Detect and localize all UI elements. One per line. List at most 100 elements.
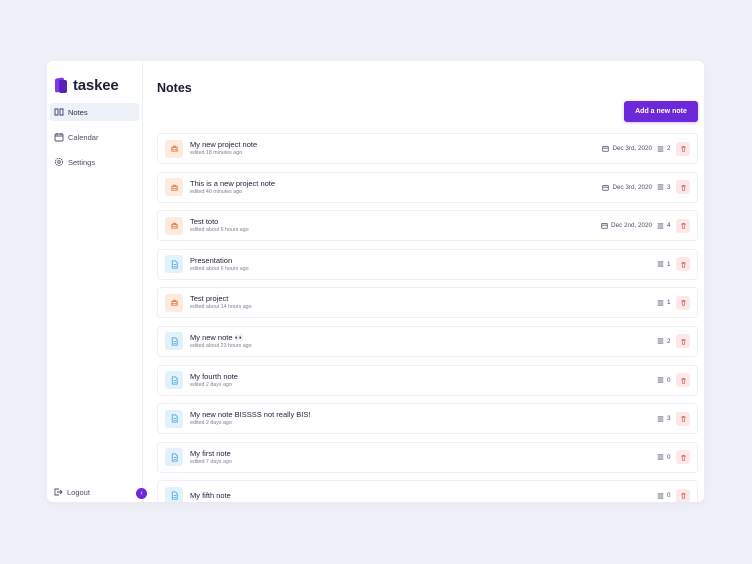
- note-edited: edited about 23 hours ago: [190, 342, 252, 349]
- note-row[interactable]: Test toto edited about 6 hours ago Dec 2nd…: [157, 210, 698, 242]
- document-icon: [165, 448, 183, 467]
- note-row[interactable]: My new note 👀 edited about 23 hours ago 2: [157, 325, 698, 357]
- note-count: 1: [657, 299, 671, 306]
- trash-icon: [680, 184, 687, 191]
- note-row[interactable]: Presentation edited about 6 hours ago 1: [157, 248, 698, 280]
- note-row[interactable]: My new project note edited 18 minutes ago…: [157, 133, 698, 164]
- delete-note-button[interactable]: [676, 295, 690, 310]
- note-meta: 2: [657, 338, 671, 345]
- trash-icon: [680, 299, 687, 307]
- list-icon: [657, 223, 667, 229]
- delete-note-button[interactable]: [676, 411, 690, 426]
- note-text: My new note BISSSS not really BIS! edited…: [190, 410, 657, 427]
- document-icon: [165, 332, 183, 351]
- logout-button[interactable]: Logout: [53, 487, 90, 497]
- note-count-text: 2: [667, 337, 671, 345]
- note-text: Presentation edited about 6 hours ago: [190, 256, 657, 273]
- note-edited: edited 40 minutes ago: [190, 188, 243, 195]
- note-row[interactable]: Test project edited about 14 hours ago 1: [157, 287, 698, 319]
- calendar-icon: [54, 132, 64, 142]
- sidebar-item-calendar[interactable]: Calendar: [50, 128, 139, 146]
- note-count: 1: [657, 261, 671, 268]
- delete-note-button[interactable]: [676, 218, 690, 233]
- sidebar-item-notes[interactable]: Notes: [50, 103, 139, 121]
- add-note-button[interactable]: Add a new note: [624, 101, 698, 122]
- trash-icon: [680, 145, 687, 152]
- note-count: 3: [657, 415, 671, 422]
- taskee-logo-icon: [55, 77, 67, 93]
- list-icon: [657, 338, 667, 344]
- collapse-sidebar-button[interactable]: ‹: [136, 488, 147, 499]
- note-date-text: Dec 3rd, 2020: [612, 183, 652, 191]
- list-icon: [657, 145, 667, 152]
- note-count: 2: [657, 145, 671, 152]
- note-edited: edited 18 minutes ago: [190, 150, 243, 156]
- gear-icon: [54, 157, 64, 167]
- note-row[interactable]: My fourth note edited 2 days ago 0: [157, 364, 698, 396]
- delete-note-button[interactable]: [676, 257, 690, 272]
- note-text: My new note 👀 edited about 23 hours ago: [190, 333, 657, 350]
- note-count: 0: [657, 377, 671, 384]
- trash-icon: [680, 261, 687, 268]
- delete-note-button[interactable]: [676, 488, 690, 502]
- sidebar-item-settings[interactable]: Settings: [50, 153, 139, 171]
- note-row[interactable]: My first note edited 7 days ago 0: [157, 441, 698, 473]
- note-text: Test project edited about 14 hours ago: [190, 294, 657, 311]
- note-date: Dec 3rd, 2020: [602, 145, 652, 152]
- note-meta: Dec 3rd, 2020 3: [602, 184, 671, 191]
- note-count-text: 0: [667, 453, 671, 461]
- document-icon: [165, 255, 183, 274]
- trash-icon: [680, 492, 687, 499]
- document-icon: [165, 486, 183, 502]
- logout-icon: [53, 487, 63, 497]
- note-text: Test toto edited about 6 hours ago: [190, 217, 601, 234]
- note-count-text: 1: [667, 260, 671, 268]
- app-window: taskee Notes Calendar Settings Logout No…: [47, 61, 704, 502]
- note-title: My new project note: [190, 140, 258, 149]
- list-icon: [657, 300, 667, 306]
- note-text: My fourth note edited 2 days ago: [190, 372, 657, 389]
- note-row[interactable]: My new note BISSSS not really BIS! edited…: [157, 403, 698, 435]
- note-edited: edited about 6 hours ago: [190, 227, 249, 234]
- note-title: Test project: [190, 294, 229, 304]
- trash-icon: [680, 222, 687, 229]
- note-meta: 0: [657, 492, 671, 499]
- note-title: My fourth note: [190, 371, 238, 381]
- note-title: Test toto: [190, 217, 219, 227]
- note-text: My fifth note: [190, 491, 657, 501]
- logo[interactable]: taskee: [47, 61, 142, 99]
- briefcase-icon: [165, 216, 183, 235]
- delete-note-button[interactable]: [676, 450, 690, 465]
- note-edited: edited 2 days ago: [190, 381, 232, 388]
- note-edited: edited 2 days ago: [190, 420, 232, 427]
- app-name: taskee: [73, 76, 119, 94]
- note-meta: 0: [657, 377, 671, 384]
- list-icon: [657, 493, 667, 499]
- note-date-text: Dec 3rd, 2020: [612, 145, 652, 152]
- note-row[interactable]: This is a new project note edited 40 minu…: [157, 171, 698, 203]
- briefcase-icon: [165, 139, 183, 158]
- note-text: This is a new project note edited 40 minu…: [190, 179, 602, 196]
- main-content: Notes Add a new note My new project note…: [143, 61, 704, 502]
- note-text: My first note edited 7 days ago: [190, 449, 657, 466]
- list-icon: [657, 416, 667, 422]
- delete-note-button[interactable]: [676, 180, 690, 195]
- note-date: Dec 3rd, 2020: [602, 184, 652, 191]
- note-title: My first note: [190, 448, 231, 458]
- note-count-text: 0: [667, 376, 671, 384]
- sidebar-item-label: Notes: [68, 107, 88, 117]
- delete-note-button[interactable]: [676, 141, 690, 156]
- note-count: 0: [657, 492, 671, 499]
- sidebar-item-label: Calendar: [68, 132, 99, 142]
- sidebar-item-label: Settings: [68, 157, 96, 167]
- calendar-icon: [602, 145, 612, 152]
- delete-note-button[interactable]: [676, 373, 690, 388]
- note-title: This is a new project note: [190, 178, 276, 188]
- note-date: Dec 2nd, 2020: [601, 222, 652, 229]
- note-row[interactable]: My fifth note 0: [157, 480, 698, 502]
- list-icon: [657, 377, 667, 383]
- briefcase-icon: [165, 178, 183, 197]
- trash-icon: [680, 338, 687, 345]
- delete-note-button[interactable]: [676, 334, 690, 349]
- note-count-text: 1: [667, 299, 671, 307]
